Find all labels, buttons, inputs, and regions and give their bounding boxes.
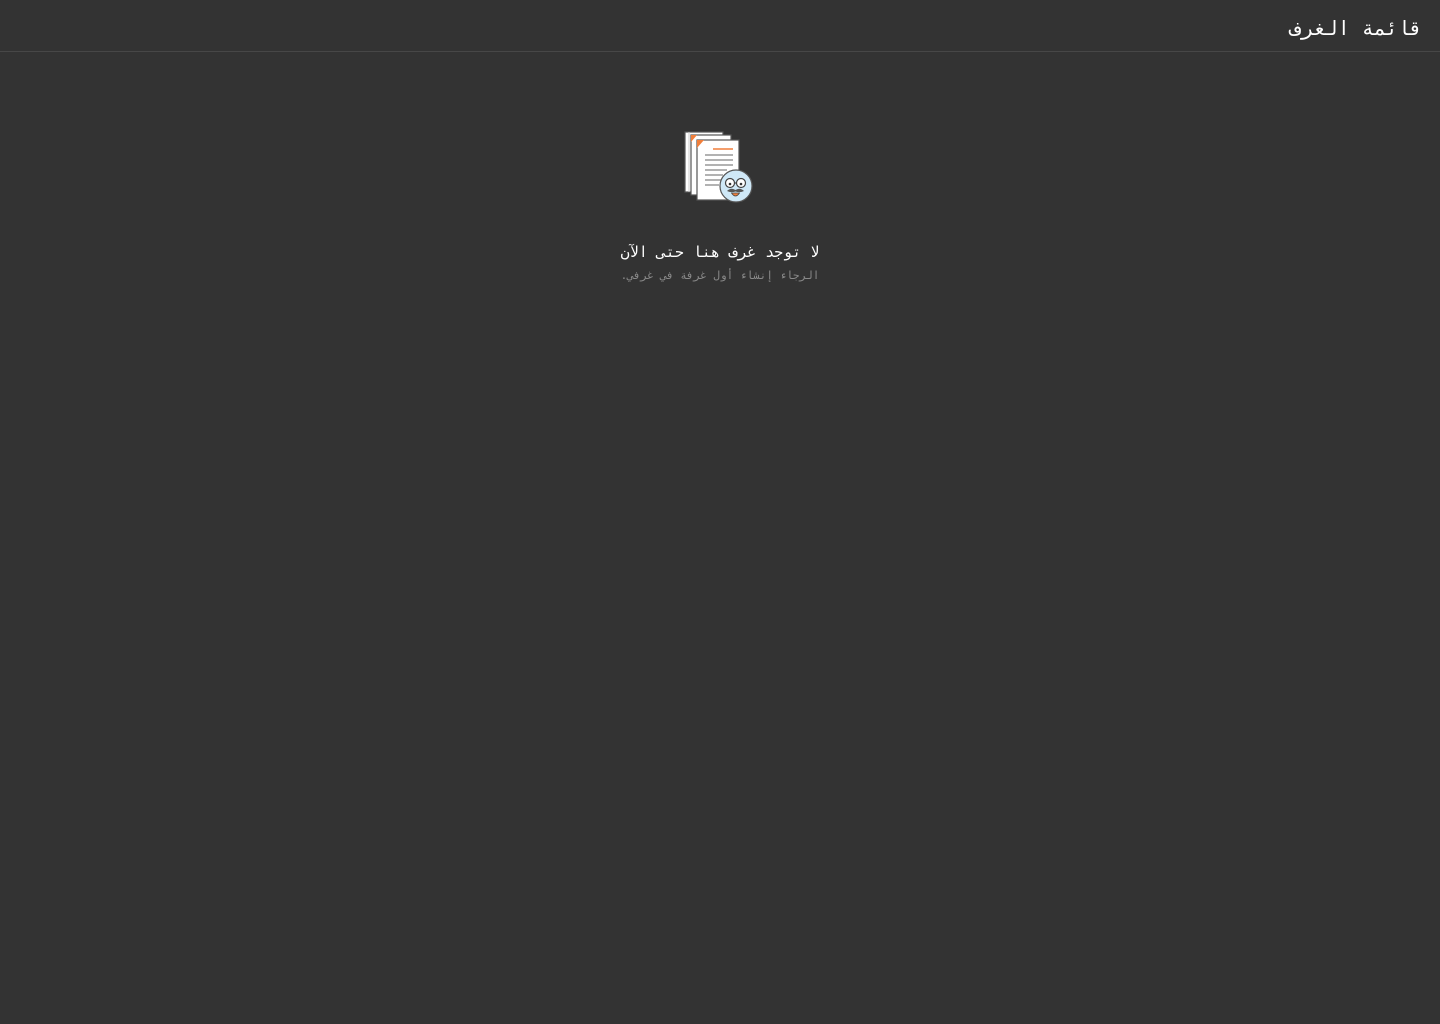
empty-state-subtitle: الرجاء إنشاء أول غرفة في غرفي. xyxy=(620,269,820,282)
header-bar: قائمة الغرف xyxy=(0,0,1440,52)
app-window: قائمة الغرف لا توجد غرف هنا حتى الآن الر… xyxy=(0,0,1440,1024)
page-title: قائمة الغرف xyxy=(1289,16,1422,40)
empty-state: لا توجد غرف هنا حتى الآن الرجاء إنشاء أو… xyxy=(0,130,1440,283)
empty-state-title: لا توجد غرف هنا حتى الآن xyxy=(620,243,820,261)
documents-avatar-icon xyxy=(684,131,753,203)
